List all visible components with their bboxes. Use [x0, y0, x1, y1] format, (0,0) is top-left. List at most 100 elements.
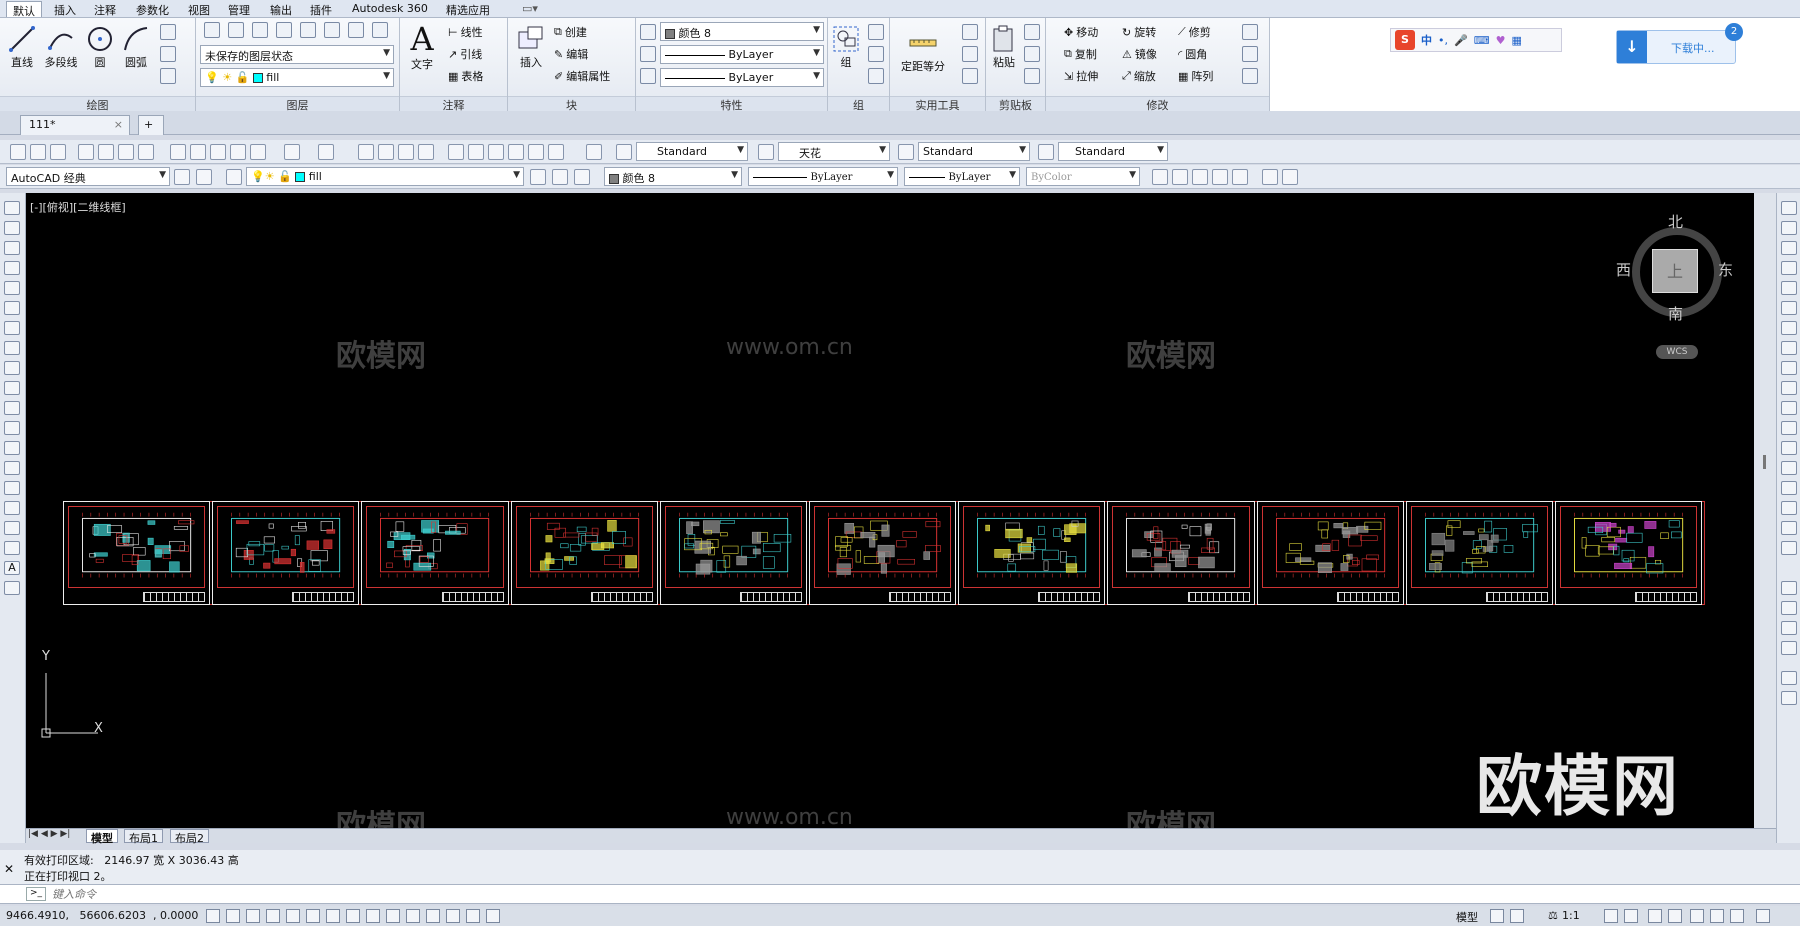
ellipse-icon[interactable] — [160, 46, 176, 62]
menu-dropdown-icon[interactable]: ▭▾ — [516, 1, 544, 17]
tab-nav-arrows-icon[interactable]: |◀ ◀ ▶ ▶| — [28, 829, 70, 839]
copy-side-icon[interactable] — [1781, 221, 1797, 235]
new-file-icon[interactable] — [10, 144, 26, 160]
explode-side-icon[interactable] — [1781, 541, 1797, 555]
command-input[interactable] — [52, 886, 1752, 902]
viewport-label[interactable]: [-][俯视][二维线框] — [30, 199, 126, 215]
line-button[interactable]: 直线 — [4, 24, 40, 70]
insert-block-side-icon[interactable] — [4, 421, 20, 435]
chamfer-icon[interactable] — [1781, 481, 1797, 495]
menu-annotate[interactable]: 注释 — [88, 1, 122, 17]
mleader-style-icon[interactable] — [1038, 144, 1054, 160]
command-prompt-icon[interactable]: >_ — [26, 887, 46, 901]
extend-side-icon[interactable] — [1781, 401, 1797, 415]
insert-button[interactable]: 插入 — [510, 24, 552, 70]
toolbar-lock-icon[interactable] — [1668, 909, 1682, 923]
menu-insert[interactable]: 插入 — [48, 1, 82, 17]
auto-scale-icon[interactable] — [1624, 909, 1638, 923]
panel-draw-title[interactable]: 绘图 — [0, 96, 195, 112]
design-center-icon[interactable] — [468, 144, 484, 160]
erase-side-icon[interactable] — [1781, 201, 1797, 215]
mirror-side-icon[interactable] — [1781, 241, 1797, 255]
text-button[interactable]: A 文字 — [402, 22, 442, 72]
match-properties-icon[interactable] — [640, 24, 656, 40]
tab-layout1[interactable]: 布局1 — [124, 829, 163, 845]
group-select-icon[interactable] — [868, 68, 884, 84]
annotation-monitor-icon[interactable] — [486, 909, 500, 923]
close-icon[interactable]: × — [114, 118, 123, 131]
polygon-icon[interactable] — [4, 261, 20, 275]
view-icon[interactable] — [1152, 169, 1168, 185]
workspace-settings-icon[interactable] — [174, 169, 190, 185]
zoom-previous-icon[interactable] — [418, 144, 434, 160]
array-side-icon[interactable] — [1781, 281, 1797, 295]
mtext-icon[interactable]: A — [4, 561, 20, 575]
layer-state-icon[interactable] — [574, 169, 590, 185]
ime-toolbar[interactable]: S 中 •, 🎤 ⌨ ♥ ▦ — [1390, 28, 1562, 52]
ortho-icon[interactable] — [266, 909, 280, 923]
hatch-icon[interactable] — [160, 68, 176, 84]
dim-style-icon[interactable] — [758, 144, 774, 160]
draworder-icon[interactable] — [1781, 581, 1797, 595]
fillet-button[interactable]: ◜ 圆角 — [1178, 44, 1207, 64]
workspace-dropdown[interactable]: AutoCAD 经典 ▼ — [6, 167, 170, 186]
trim-side-icon[interactable] — [1781, 381, 1797, 395]
make-current-icon[interactable] — [530, 169, 546, 185]
compass-east[interactable]: 东 — [1718, 259, 1733, 280]
break-point-icon[interactable] — [1781, 421, 1797, 435]
cut-tb-icon[interactable] — [170, 144, 186, 160]
otrack-icon[interactable] — [346, 909, 360, 923]
help-icon[interactable] — [586, 144, 602, 160]
block-editor-icon[interactable] — [250, 144, 266, 160]
ellipse-side-icon[interactable] — [4, 381, 20, 395]
add-selected-icon[interactable] — [4, 581, 20, 595]
menu-plugins[interactable]: 插件 — [304, 1, 338, 17]
make-block-icon[interactable] — [4, 441, 20, 455]
file-tab[interactable]: 111* × — [20, 115, 130, 135]
break-icon[interactable] — [1781, 441, 1797, 455]
plotstyle-dropdown[interactable]: ByColor ▼ — [1026, 167, 1140, 186]
tool-palettes-icon[interactable] — [488, 144, 504, 160]
rotate-side-icon[interactable] — [1781, 321, 1797, 335]
panel-clipboard-title[interactable]: 剪贴板 — [986, 96, 1045, 112]
3d-dwf-icon[interactable] — [138, 144, 154, 160]
quick-view-drawings-icon[interactable] — [1510, 909, 1524, 923]
coordinates-readout[interactable]: 9466.4910, 56606.6203 , 0.0000 — [6, 909, 198, 922]
menu-output[interactable]: 输出 — [264, 1, 298, 17]
no-entry-icon[interactable] — [1282, 169, 1298, 185]
drawing-sheet[interactable] — [361, 501, 509, 605]
match-prop-tb-icon[interactable] — [230, 144, 246, 160]
sheet-set-icon[interactable] — [508, 144, 524, 160]
menu-featured-apps[interactable]: 精选应用 — [440, 1, 496, 17]
download-widget[interactable]: ↓ 下载中... 2 — [1616, 23, 1743, 64]
osnap-icon[interactable] — [306, 909, 320, 923]
transparency-icon[interactable] — [426, 909, 440, 923]
layer-previous-icon[interactable] — [552, 169, 568, 185]
table-style-icon[interactable] — [898, 144, 914, 160]
drawing-sheet[interactable] — [1405, 501, 1553, 605]
circle-button[interactable]: 圆 — [82, 24, 118, 70]
layer-isolate-icon[interactable] — [252, 22, 268, 38]
annotation-scale-value[interactable]: 1:1 — [1562, 909, 1580, 922]
light-icon[interactable] — [1232, 169, 1248, 185]
blend-icon[interactable] — [1781, 521, 1797, 535]
menu-view[interactable]: 视图 — [182, 1, 216, 17]
close-cmd-icon[interactable]: ✕ — [4, 862, 14, 876]
bring-front-icon[interactable] — [1781, 601, 1797, 615]
drawing-sheet[interactable] — [809, 501, 957, 605]
point-icon[interactable] — [4, 461, 20, 475]
polar-icon[interactable] — [286, 909, 300, 923]
3d-osnap-icon[interactable] — [326, 909, 340, 923]
region-icon[interactable] — [4, 521, 20, 535]
calculator-icon[interactable] — [962, 68, 978, 84]
copy-button[interactable]: ⧉ 复制 — [1064, 44, 1097, 64]
print-preview-icon[interactable] — [98, 144, 114, 160]
edit-block-button[interactable]: ✎ 编辑 — [554, 44, 588, 64]
table-button[interactable]: ▦ 表格 — [448, 66, 483, 86]
arc-button[interactable]: 圆弧 — [118, 24, 154, 70]
model-space-label[interactable]: 模型 — [1456, 909, 1478, 925]
drawing-sheet[interactable] — [212, 501, 360, 605]
linetype-dropdown[interactable]: ByLayer ▼ — [660, 45, 824, 64]
layer-freeze-icon[interactable] — [300, 22, 316, 38]
ungroup-icon[interactable] — [868, 24, 884, 40]
